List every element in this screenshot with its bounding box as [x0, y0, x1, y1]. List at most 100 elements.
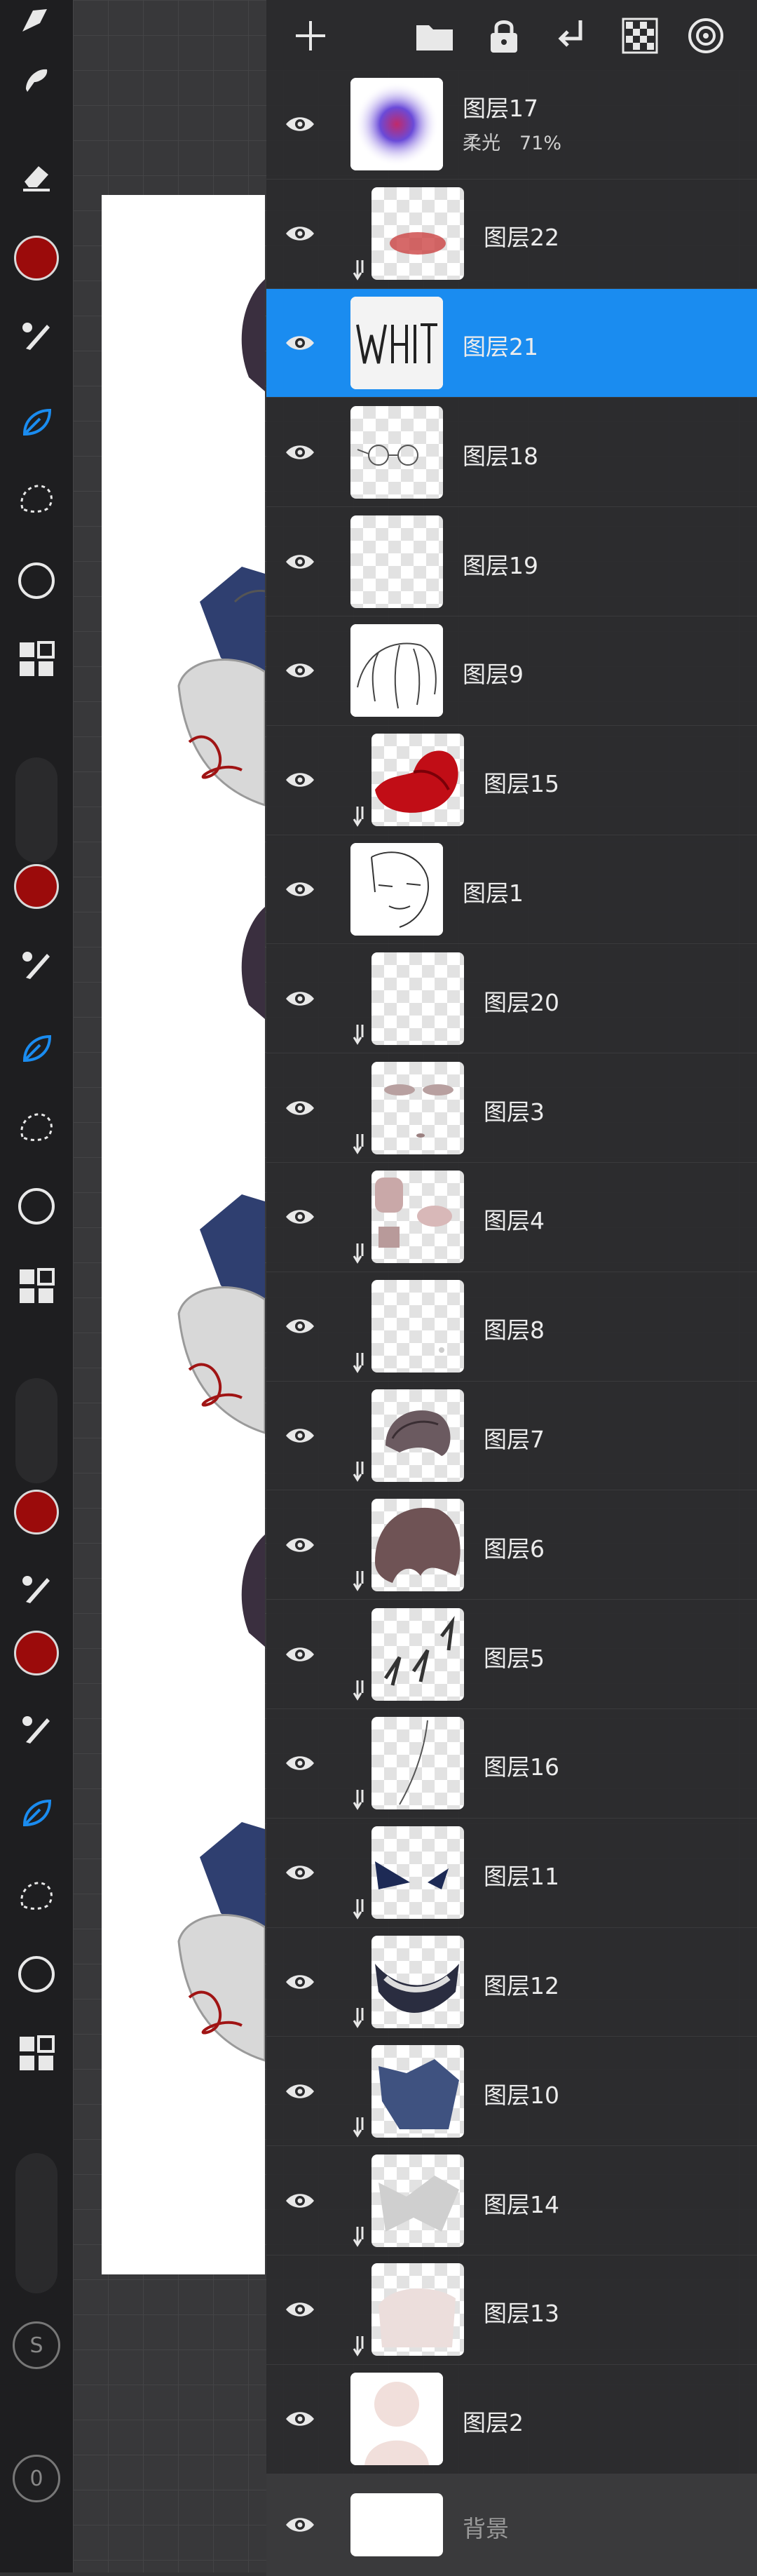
- selection-icon[interactable]: [15, 1874, 57, 1916]
- opacity-slider[interactable]: [15, 2153, 57, 2293]
- layer-thumbnail[interactable]: [371, 952, 464, 1045]
- layer-row[interactable]: 图层7: [266, 1381, 757, 1491]
- layer-thumbnail[interactable]: [371, 1826, 464, 1920]
- visibility-eye-icon[interactable]: [280, 1307, 320, 1346]
- layer-thumbnail[interactable]: [350, 624, 443, 717]
- layer-row[interactable]: 图层8: [266, 1272, 757, 1382]
- color-well[interactable]: [14, 1631, 59, 1675]
- layer-thumbnail[interactable]: [371, 1498, 464, 1591]
- visibility-eye-icon[interactable]: [280, 2505, 320, 2544]
- layer-thumbnail[interactable]: [350, 405, 443, 499]
- grid-icon[interactable]: [15, 638, 57, 680]
- visibility-eye-icon[interactable]: [280, 2181, 320, 2220]
- brush-icon[interactable]: [15, 1708, 57, 1750]
- brush-icon[interactable]: [15, 943, 57, 985]
- layer-thumbnail[interactable]: [371, 1280, 464, 1373]
- visibility-eye-icon[interactable]: [280, 2072, 320, 2111]
- layer-thumbnail[interactable]: [371, 2263, 464, 2356]
- circle-icon[interactable]: [15, 560, 57, 602]
- visibility-eye-icon[interactable]: [280, 1197, 320, 1236]
- checker-icon[interactable]: [615, 11, 664, 60]
- layer-row[interactable]: 图层21: [266, 288, 757, 398]
- visibility-eye-icon[interactable]: [280, 1088, 320, 1128]
- visibility-eye-icon[interactable]: [280, 104, 320, 144]
- layer-row[interactable]: 图层5: [266, 1600, 757, 1709]
- visibility-eye-icon[interactable]: [280, 542, 320, 581]
- grid-icon[interactable]: [15, 1265, 57, 1307]
- layer-thumbnail[interactable]: [350, 842, 443, 936]
- leaf-icon[interactable]: [15, 401, 57, 443]
- layer-row[interactable]: 图层1: [266, 835, 757, 945]
- layer-thumbnail[interactable]: [350, 2493, 443, 2556]
- layer-thumbnail[interactable]: [371, 187, 464, 281]
- folder-icon[interactable]: [410, 11, 459, 60]
- selection-icon[interactable]: [15, 1105, 57, 1147]
- badge-zero[interactable]: 0: [13, 2455, 60, 2502]
- brush-icon[interactable]: [15, 1567, 57, 1610]
- visibility-eye-icon[interactable]: [280, 2399, 320, 2439]
- layer-thumbnail[interactable]: [371, 1607, 464, 1701]
- visibility-eye-icon[interactable]: [280, 1416, 320, 1455]
- visibility-eye-icon[interactable]: [280, 1853, 320, 1892]
- layer-row[interactable]: 图层9: [266, 616, 757, 726]
- target-icon[interactable]: [681, 11, 730, 60]
- layer-row[interactable]: 图层19: [266, 507, 757, 616]
- layer-thumbnail[interactable]: [350, 78, 443, 171]
- layer-row[interactable]: 图层11: [266, 1818, 757, 1928]
- visibility-eye-icon[interactable]: [280, 1525, 320, 1565]
- visibility-eye-icon[interactable]: [280, 2290, 320, 2329]
- brush-icon[interactable]: [15, 314, 57, 356]
- layer-row[interactable]: 图层15: [266, 725, 757, 835]
- color-well[interactable]: [14, 236, 59, 281]
- layer-row[interactable]: 图层4: [266, 1162, 757, 1272]
- badge-s[interactable]: S: [13, 2321, 60, 2369]
- selection-icon[interactable]: [15, 477, 57, 519]
- layer-thumbnail[interactable]: [350, 2373, 443, 2466]
- smudge-icon[interactable]: [15, 58, 57, 100]
- lock-icon[interactable]: [479, 11, 528, 60]
- layer-row[interactable]: 图层20: [266, 944, 757, 1054]
- visibility-eye-icon[interactable]: [280, 1635, 320, 1674]
- layer-row[interactable]: 图层12: [266, 1927, 757, 2037]
- visibility-eye-icon[interactable]: [280, 760, 320, 800]
- visibility-eye-icon[interactable]: [280, 651, 320, 690]
- visibility-eye-icon[interactable]: [280, 1962, 320, 2002]
- wrench-icon[interactable]: [15, 0, 57, 42]
- circle-icon[interactable]: [15, 1185, 57, 1227]
- visibility-eye-icon[interactable]: [280, 979, 320, 1018]
- layer-thumbnail[interactable]: [371, 1061, 464, 1154]
- layer-row[interactable]: 图层13: [266, 2255, 757, 2365]
- drawing-canvas[interactable]: [102, 195, 265, 2274]
- layer-row[interactable]: 图层10: [266, 2037, 757, 2147]
- visibility-eye-icon[interactable]: [280, 214, 320, 253]
- layer-row[interactable]: 图层18: [266, 398, 757, 508]
- layer-thumbnail[interactable]: [371, 2044, 464, 2138]
- layer-row[interactable]: 图层22: [266, 179, 757, 289]
- merge-down-icon[interactable]: [545, 11, 594, 60]
- layer-thumbnail[interactable]: [371, 1171, 464, 1264]
- leaf-icon[interactable]: [15, 1027, 57, 1070]
- layer-thumbnail[interactable]: [350, 515, 443, 608]
- layer-row[interactable]: 图层17 柔光 71%: [266, 70, 757, 180]
- color-well[interactable]: [14, 864, 59, 909]
- circle-icon[interactable]: [15, 1953, 57, 1995]
- layer-row[interactable]: 图层16: [266, 1708, 757, 1819]
- leaf-icon[interactable]: [15, 1792, 57, 1834]
- add-layer-icon[interactable]: [286, 11, 335, 60]
- layer-thumbnail[interactable]: [371, 1389, 464, 1482]
- color-well[interactable]: [14, 1490, 59, 1535]
- layer-row[interactable]: 图层2: [266, 2364, 757, 2474]
- layer-thumbnail[interactable]: [371, 734, 464, 827]
- layer-thumbnail[interactable]: [371, 1935, 464, 2028]
- layer-thumbnail[interactable]: [371, 2154, 464, 2247]
- layer-row[interactable]: 图层14: [266, 2146, 757, 2255]
- brush-size-slider[interactable]: [15, 1378, 57, 1483]
- layer-row[interactable]: 图层6: [266, 1490, 757, 1600]
- visibility-eye-icon[interactable]: [280, 433, 320, 472]
- layer-row-background[interactable]: 背景: [266, 2474, 757, 2576]
- layer-thumbnail[interactable]: [350, 296, 443, 389]
- visibility-eye-icon[interactable]: [280, 1744, 320, 1783]
- grid-icon[interactable]: [15, 2032, 57, 2075]
- visibility-eye-icon[interactable]: [280, 323, 320, 363]
- brush-size-slider[interactable]: [15, 757, 57, 863]
